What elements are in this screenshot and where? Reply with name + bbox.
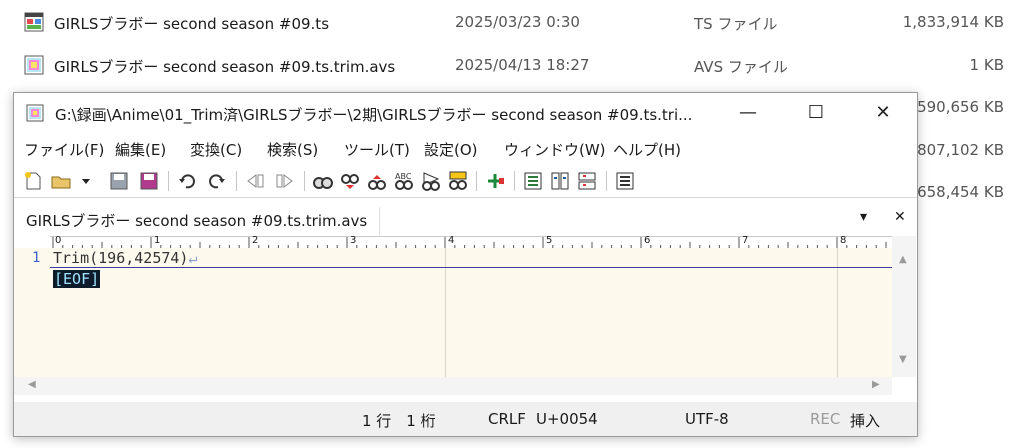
file-size: 1,833,914 KB	[902, 13, 1004, 31]
file-name: GIRLSブラボー second season #09.ts	[54, 15, 330, 33]
scroll-left-icon[interactable]: ◀	[28, 379, 36, 390]
rec-indicator: REC	[810, 410, 841, 428]
jump-back-icon[interactable]	[244, 170, 266, 192]
file-date: 2025/04/13 18:27	[455, 56, 590, 74]
outline-icon[interactable]	[484, 170, 506, 192]
insert-mode[interactable]: 挿入	[850, 410, 880, 431]
ruler-label: 6	[644, 235, 651, 246]
line-number: 1	[32, 250, 41, 266]
video-file-icon	[24, 12, 44, 32]
app-icon	[26, 104, 44, 122]
avs-file-icon	[24, 55, 44, 75]
file-row-ts[interactable]: GIRLSブラボー second season #09.ts 2025/03/2…	[0, 2, 1024, 42]
maximize-button[interactable]: ☐	[782, 93, 850, 133]
search-next-icon[interactable]	[339, 170, 361, 192]
menu-edit[interactable]: 編集(E)	[115, 139, 166, 160]
toolbar-separator	[168, 171, 169, 191]
save-icon[interactable]	[108, 170, 130, 192]
settings-list-icon[interactable]	[614, 170, 636, 192]
file-name: GIRLSブラボー second season #09.ts.trim.avs	[54, 58, 396, 76]
tab-close-icon[interactable]: ✕	[894, 209, 906, 225]
redo-icon[interactable]	[206, 170, 228, 192]
file-size: 658,454 KB	[917, 183, 1004, 201]
newline-mark: ↵	[188, 249, 198, 267]
menu-file[interactable]: ファイル(F)	[24, 139, 104, 160]
svg-text:ABC: ABC	[395, 172, 412, 181]
toolbar-separator	[514, 171, 515, 191]
minimize-button[interactable]: —	[714, 93, 782, 133]
ruler-label: 7	[742, 235, 749, 246]
file-size: 807,102 KB	[917, 141, 1004, 159]
file-date: 2025/03/23 0:30	[455, 13, 580, 31]
tab-document[interactable]: GIRLSブラボー second season #09.ts.trim.avs	[14, 207, 381, 235]
ruler-label: 8	[840, 235, 847, 246]
file-type: TS ファイル	[694, 15, 778, 33]
file-type: AVS ファイル	[694, 58, 788, 76]
compare-icon[interactable]	[522, 170, 544, 192]
toolbar-separator	[606, 171, 607, 191]
grep-replace-icon[interactable]	[447, 170, 469, 192]
grep-icon[interactable]	[420, 170, 442, 192]
tile-horizontal-icon[interactable]	[576, 170, 598, 192]
file-size: 590,656 KB	[917, 98, 1004, 116]
menu-convert[interactable]: 変換(C)	[190, 139, 242, 160]
window-title: G:\録画\Anime\01_Trim済\GIRLSブラボー\2期\GIRLSブ…	[55, 106, 693, 124]
ruler-label: 0	[55, 235, 62, 246]
undo-icon[interactable]	[176, 170, 198, 192]
toolbar-separator	[304, 171, 305, 191]
ruler-label: 2	[252, 235, 259, 246]
open-folder-icon[interactable]	[50, 170, 72, 192]
close-button[interactable]: ✕	[849, 93, 917, 133]
file-size: 1 KB	[969, 56, 1004, 74]
menu-tools[interactable]: ツール(T)	[344, 139, 410, 160]
ruler-label: 3	[350, 235, 357, 246]
status-bar: 1 行 1 桁 CRLF U+0054 UTF-8 REC 挿入	[14, 402, 917, 436]
line-number-gutter: 1	[14, 248, 50, 377]
toolbar-separator	[476, 171, 477, 191]
dropdown-arrow-icon[interactable]	[80, 170, 92, 192]
file-row-avs[interactable]: GIRLSブラボー second season #09.ts.trim.avs …	[0, 45, 1024, 85]
menu-settings[interactable]: 設定(O)	[424, 139, 478, 160]
toolbar-separator	[236, 171, 237, 191]
ruler-label: 4	[448, 235, 455, 246]
eof-marker: [EOF]	[53, 270, 101, 288]
tab-bar: GIRLSブラボー second season #09.ts.trim.avs …	[14, 205, 917, 235]
code-text: Trim(196,42574)	[53, 249, 189, 267]
jump-forward-icon[interactable]	[274, 170, 296, 192]
editor-window: G:\録画\Anime\01_Trim済\GIRLSブラボー\2期\GIRLSブ…	[13, 92, 918, 437]
search-mark-icon[interactable]: ABC	[393, 170, 415, 192]
save-all-icon[interactable]	[138, 170, 160, 192]
tab-list-dropdown-icon[interactable]: ▾	[860, 209, 867, 225]
code-line: Trim(196,42574)↵	[53, 249, 198, 267]
scroll-down-icon[interactable]: ▼	[899, 354, 907, 365]
menu-search[interactable]: 検索(S)	[267, 139, 318, 160]
tile-vertical-icon[interactable]	[549, 170, 571, 192]
vertical-scrollbar[interactable]: ▲ ▼	[892, 236, 916, 377]
toolbar: ABC	[14, 165, 917, 198]
cursor-line-underline	[50, 267, 892, 268]
scroll-up-icon[interactable]: ▲	[899, 254, 907, 265]
ruler-label: 5	[546, 235, 553, 246]
encoding[interactable]: UTF-8	[685, 410, 729, 428]
scroll-right-icon[interactable]: ▶	[872, 379, 880, 390]
ruler-label: 1	[154, 235, 161, 246]
line-ending[interactable]: CRLF	[488, 410, 526, 428]
new-file-icon[interactable]	[22, 170, 44, 192]
cursor-position: 1 行 1 桁	[362, 412, 436, 430]
menu-window[interactable]: ウィンドウ(W)	[504, 139, 606, 160]
menu-help[interactable]: ヘルプ(H)	[613, 139, 681, 160]
search-icon[interactable]	[312, 170, 334, 192]
title-bar[interactable]: G:\録画\Anime\01_Trim済\GIRLSブラボー\2期\GIRLSブ…	[14, 93, 917, 133]
character-code: U+0054	[536, 410, 598, 428]
menu-bar: ファイル(F) 編集(E) 変換(C) 検索(S) ツール(T) 設定(O) ウ…	[14, 135, 917, 159]
search-prev-icon[interactable]	[366, 170, 388, 192]
horizontal-scrollbar[interactable]: ◀ ▶	[14, 377, 892, 395]
text-editor-area[interactable]: 1 Trim(196,42574)↵ [EOF]	[14, 248, 892, 377]
